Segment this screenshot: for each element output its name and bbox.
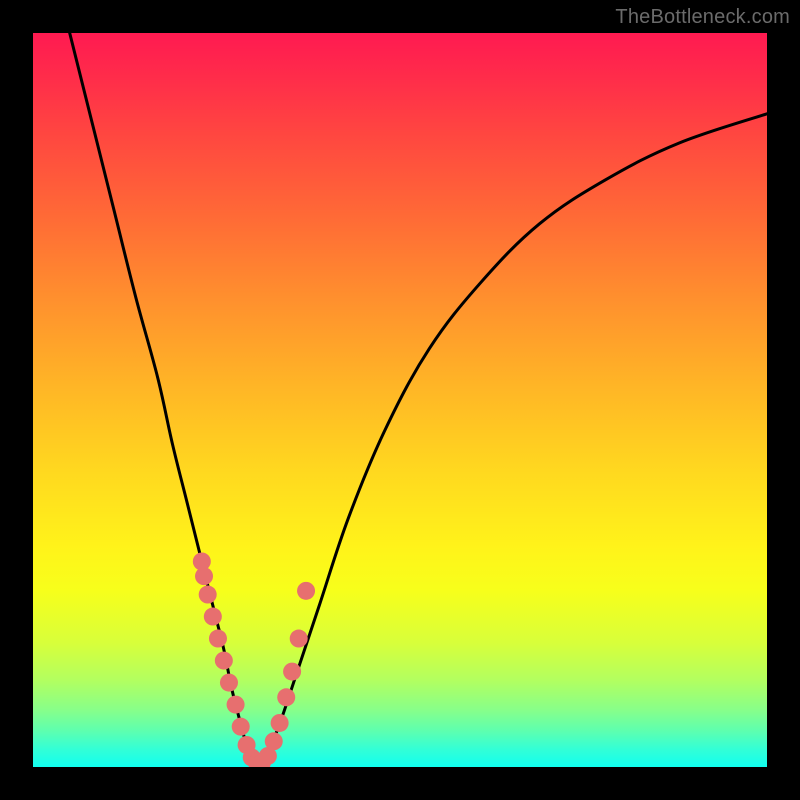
scatter-dot (199, 586, 217, 604)
scatter-dot (277, 688, 295, 706)
curve-right-curve (264, 114, 767, 764)
scatter-dot (283, 663, 301, 681)
bottleneck-curve (70, 33, 767, 763)
scatter-dot (265, 732, 283, 750)
watermark-text: TheBottleneck.com (615, 6, 790, 29)
scatter-dot (271, 714, 289, 732)
scatter-dot (215, 652, 233, 670)
scatter-dot (204, 608, 222, 626)
plot-area (33, 33, 767, 767)
scatter-dot (297, 582, 315, 600)
scatter-dots (193, 552, 315, 767)
scatter-dot (220, 674, 238, 692)
scatter-dot (290, 630, 308, 648)
scatter-dot (195, 567, 213, 585)
scatter-dot (227, 696, 245, 714)
scatter-dot (209, 630, 227, 648)
chart-frame: TheBottleneck.com (0, 0, 800, 800)
scatter-dot (232, 718, 250, 736)
curves-layer (33, 33, 767, 767)
